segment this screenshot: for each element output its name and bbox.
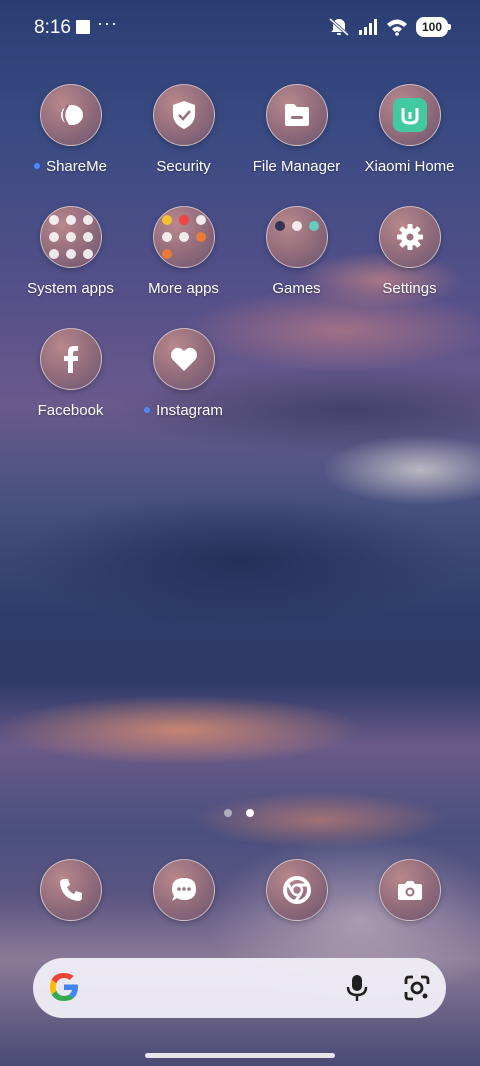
mini-app-icon bbox=[48, 215, 59, 225]
folder-system-apps[interactable]: System apps bbox=[14, 206, 127, 297]
app-shareme[interactable]: ShareMe bbox=[14, 84, 127, 175]
mini-app-icon bbox=[178, 215, 189, 225]
mini-app-icon bbox=[48, 249, 59, 259]
dock-camera[interactable] bbox=[353, 859, 466, 921]
google-search-bar[interactable] bbox=[33, 958, 446, 1018]
message-bubble-icon bbox=[152, 859, 215, 921]
app-facebook[interactable]: Facebook bbox=[14, 328, 127, 419]
clock: 8:16 bbox=[34, 17, 71, 38]
more-notifications-icon: ··· bbox=[97, 13, 118, 33]
mini-app-icon bbox=[161, 249, 172, 259]
shareme-icon bbox=[39, 84, 102, 146]
google-logo-icon bbox=[50, 973, 78, 1001]
phone-icon bbox=[39, 859, 102, 921]
app-label-security: Security bbox=[156, 158, 211, 175]
mini-app-icon bbox=[82, 232, 93, 242]
shield-icon bbox=[152, 84, 215, 146]
xiaomi-home-icon bbox=[378, 84, 441, 146]
folder-label-system-apps: System apps bbox=[27, 280, 114, 297]
page-indicator[interactable] bbox=[224, 809, 254, 817]
new-app-dot bbox=[144, 407, 151, 414]
google-lens-icon[interactable] bbox=[403, 974, 431, 1002]
folder-more-apps[interactable]: More apps bbox=[127, 206, 240, 297]
page-dot-1[interactable] bbox=[224, 809, 232, 817]
dock-phone[interactable] bbox=[14, 859, 127, 921]
gear-icon bbox=[378, 206, 441, 268]
wifi-icon bbox=[386, 19, 407, 36]
mini-app-icon bbox=[161, 232, 172, 242]
app-label-settings: Settings bbox=[382, 280, 437, 297]
facebook-icon bbox=[39, 328, 102, 390]
mini-app-icon bbox=[274, 221, 285, 231]
mini-app-icon bbox=[65, 232, 76, 242]
mini-app-icon bbox=[178, 232, 189, 242]
mini-app-icon bbox=[65, 215, 76, 225]
app-label-file-manager: File Manager bbox=[252, 158, 341, 175]
app-label-xiaomi-home: Xiaomi Home bbox=[364, 158, 455, 175]
home-gesture-bar[interactable] bbox=[145, 1053, 335, 1058]
mini-app-icon bbox=[82, 215, 93, 225]
app-security[interactable]: Security bbox=[127, 84, 240, 175]
new-app-dot bbox=[34, 163, 41, 170]
dock-messages[interactable] bbox=[127, 859, 240, 921]
chrome-icon bbox=[265, 859, 328, 921]
app-label-shareme: ShareMe bbox=[46, 158, 107, 175]
bell-muted-icon bbox=[328, 17, 349, 37]
mini-app-icon bbox=[82, 249, 93, 259]
app-xiaomi-home[interactable]: Xiaomi Home bbox=[353, 84, 466, 175]
dock-chrome[interactable] bbox=[240, 859, 353, 921]
camera-icon bbox=[378, 859, 441, 921]
mini-app-icon bbox=[48, 232, 59, 242]
folder-label-more-apps: More apps bbox=[148, 280, 219, 297]
page-dot-2-active[interactable] bbox=[246, 809, 254, 817]
mini-app-icon bbox=[291, 221, 302, 231]
signal-icon bbox=[358, 19, 377, 35]
app-file-manager[interactable]: File Manager bbox=[240, 84, 353, 175]
mini-app-icon bbox=[195, 215, 206, 225]
microphone-icon[interactable] bbox=[345, 974, 369, 1002]
mini-app-icon bbox=[195, 232, 206, 242]
folder-label-games: Games bbox=[272, 280, 321, 297]
mini-app-icon bbox=[308, 221, 319, 231]
mini-app-icon bbox=[65, 249, 76, 259]
mini-app-icon bbox=[161, 215, 172, 225]
folder-preview-icon bbox=[265, 206, 328, 268]
app-label-facebook: Facebook bbox=[37, 402, 104, 419]
folder-games[interactable]: Games bbox=[240, 206, 353, 297]
status-bar: 8:16 ··· 100 bbox=[0, 0, 480, 56]
heart-icon bbox=[152, 328, 215, 390]
system-icons: 100 bbox=[328, 17, 452, 37]
folder-icon bbox=[265, 84, 328, 146]
battery-indicator: 100 bbox=[415, 17, 452, 37]
app-instagram[interactable]: Instagram bbox=[127, 328, 240, 419]
folder-preview-icon bbox=[152, 206, 215, 268]
app-label-instagram: Instagram bbox=[156, 402, 223, 419]
folder-preview-icon bbox=[39, 206, 102, 268]
app-settings[interactable]: Settings bbox=[353, 206, 466, 297]
notification-square-icon bbox=[76, 20, 90, 34]
